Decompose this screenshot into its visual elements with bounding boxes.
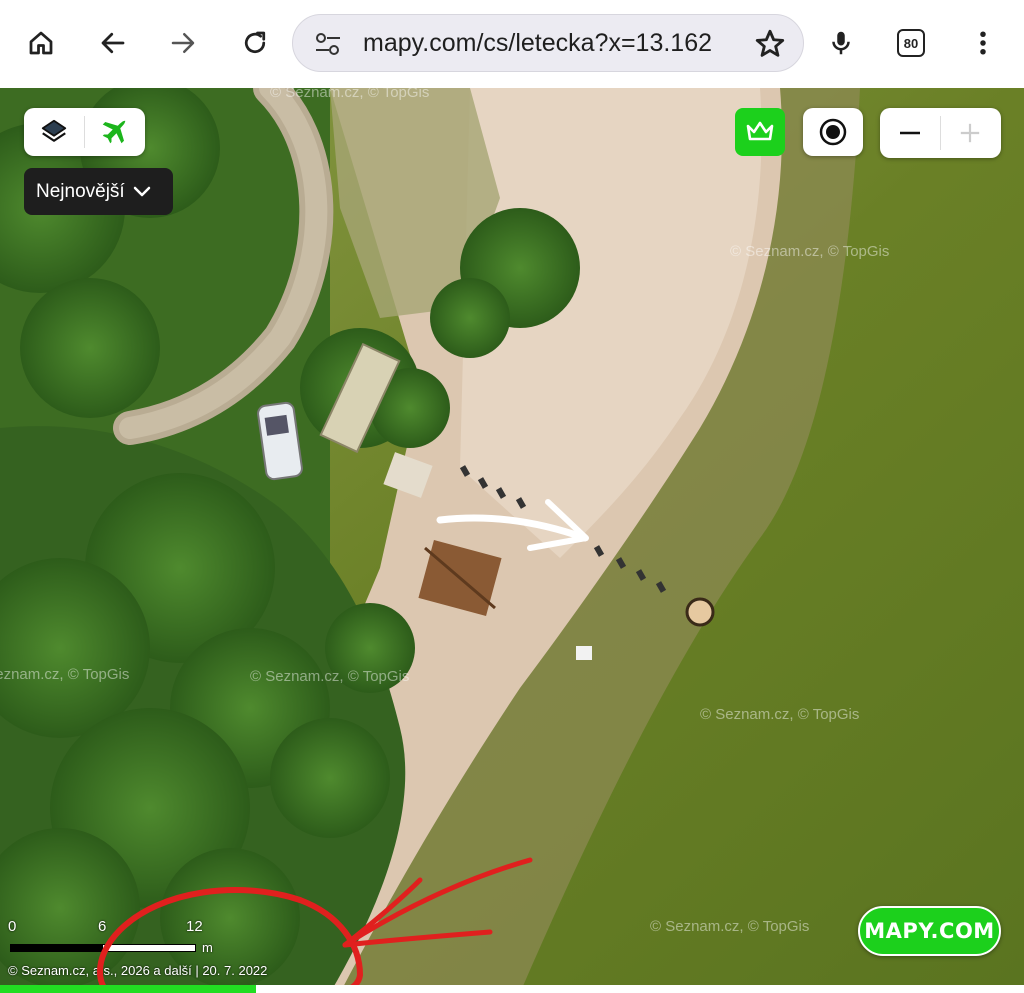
imagery-date-label: Nejnovější: [36, 180, 125, 202]
site-settings-icon[interactable]: [313, 30, 343, 58]
scale-label-12: 12: [186, 918, 203, 935]
location-icon: [819, 118, 847, 146]
back-icon[interactable]: [92, 22, 134, 64]
home-icon[interactable]: [20, 22, 62, 64]
layers-icon[interactable]: [32, 114, 76, 150]
star-icon[interactable]: [753, 27, 787, 61]
scale-label-6: 6: [98, 918, 107, 935]
my-location-button[interactable]: [803, 108, 863, 156]
mapy-logo-text: MAPY.COM: [864, 919, 995, 943]
tabs-icon[interactable]: 80: [897, 29, 925, 57]
map-watermark: © Seznam.cz, © TopGis: [250, 668, 410, 685]
premium-crown-button[interactable]: [735, 108, 785, 156]
map-watermark: © Seznam.cz, © TopGis: [700, 706, 860, 723]
address-bar[interactable]: mapy.com/cs/letecka?x=13.162: [292, 14, 804, 72]
zoom-in-button[interactable]: [950, 115, 990, 151]
map-watermark: © Seznam.cz, © TopGis: [270, 88, 430, 101]
scale-unit: m: [202, 940, 213, 955]
crown-icon: [746, 121, 774, 141]
scale-label-0: 0: [8, 918, 17, 935]
zoom-out-button[interactable]: [890, 115, 930, 151]
map-copyright[interactable]: © Seznam.cz, a.s., 2026 a další | 20. 7.…: [8, 963, 267, 978]
chevron-down-icon: [133, 186, 150, 196]
map-view[interactable]: © Seznam.cz, © TopGis © Seznam.cz, © Top…: [0, 88, 1024, 993]
minus-icon: [900, 131, 920, 135]
map-layer-controls: [24, 108, 145, 156]
map-watermark: © Seznam.cz, © TopGis: [650, 918, 810, 935]
browser-toolbar: mapy.com/cs/letecka?x=13.162 80: [0, 0, 1024, 88]
zoom-controls: [880, 108, 1001, 158]
page-load-progress-fill: [0, 985, 256, 993]
page-load-progress: [0, 985, 1024, 993]
forward-icon[interactable]: [162, 22, 204, 64]
reload-icon[interactable]: [234, 22, 276, 64]
mapy-logo[interactable]: MAPY.COM: [858, 906, 1001, 956]
menu-icon[interactable]: [962, 22, 1004, 64]
imagery-date-dropdown[interactable]: Nejnovější: [24, 168, 173, 215]
aerial-imagery: [0, 88, 1024, 993]
scale-bar: 0 6 12 m: [8, 918, 218, 958]
map-watermark: © Seznam.cz, © TopGis: [0, 666, 130, 683]
plus-icon: [960, 123, 980, 143]
map-watermark: © Seznam.cz, © TopGis: [730, 243, 890, 260]
mic-icon[interactable]: [820, 22, 862, 64]
url-text[interactable]: mapy.com/cs/letecka?x=13.162: [363, 29, 725, 58]
airplane-icon[interactable]: [92, 114, 136, 150]
